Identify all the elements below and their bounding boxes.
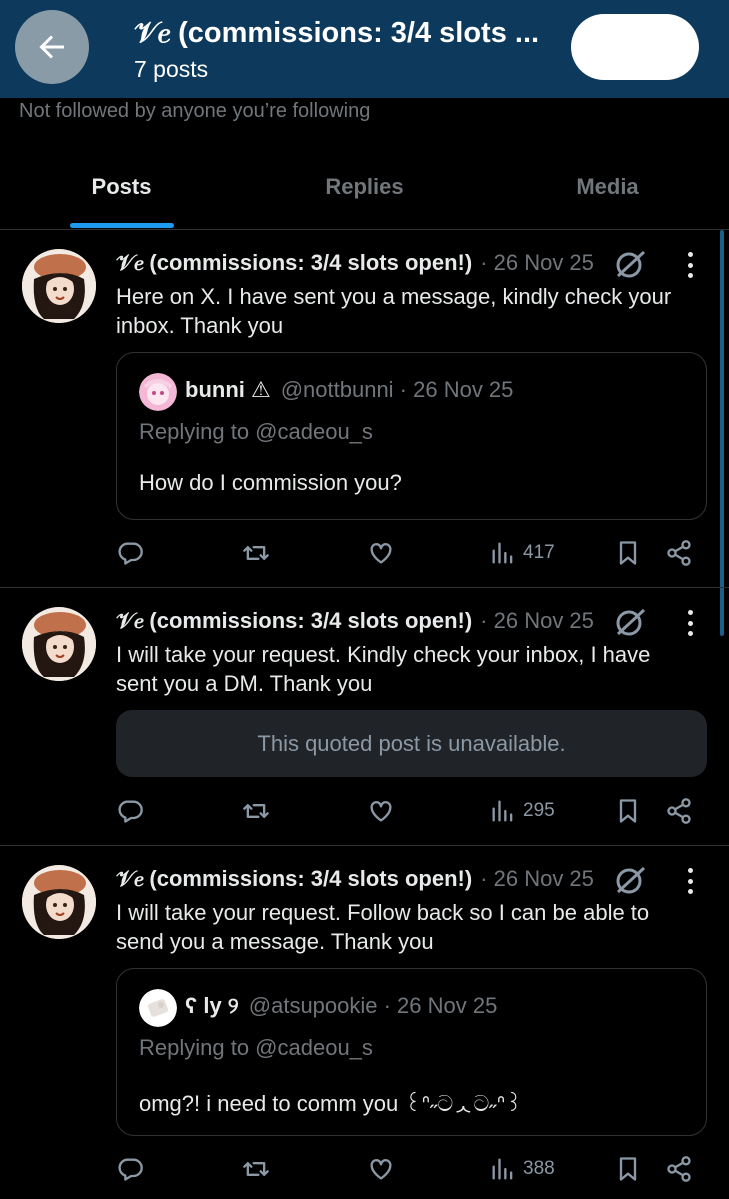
post-text: Here on X. I have sent you a message, ki… bbox=[116, 284, 672, 338]
tab-posts[interactable]: Posts bbox=[0, 150, 243, 229]
bookmark-icon bbox=[619, 541, 637, 565]
repost-button[interactable] bbox=[242, 535, 270, 571]
like-button[interactable] bbox=[367, 1151, 395, 1187]
grok-icon[interactable] bbox=[614, 864, 646, 896]
views-icon bbox=[492, 1158, 513, 1180]
bookmark-button[interactable] bbox=[614, 535, 642, 571]
post-actions: 388 bbox=[0, 1151, 729, 1187]
repost-icon bbox=[243, 804, 269, 818]
heart-icon bbox=[370, 543, 392, 564]
share-icon bbox=[667, 798, 691, 824]
follow-button[interactable]: Follow bbox=[571, 14, 699, 80]
active-tab-indicator bbox=[70, 223, 174, 228]
like-button[interactable] bbox=[367, 535, 395, 571]
reply-icon bbox=[118, 800, 143, 823]
heart-icon bbox=[370, 801, 392, 822]
post-text: I will take your request. Kindly check y… bbox=[116, 642, 651, 696]
bookmark-icon bbox=[619, 799, 637, 823]
post-count: 7 posts bbox=[134, 56, 209, 82]
quote-avatar[interactable] bbox=[139, 373, 177, 411]
avatar-illustration-icon bbox=[22, 865, 96, 939]
post[interactable]: 𝒱𝑒 (commissions: 3/4 slots open!) · 26 N… bbox=[0, 846, 729, 1199]
more-icon[interactable] bbox=[680, 608, 700, 638]
bookmark-button[interactable] bbox=[614, 793, 642, 829]
more-icon[interactable] bbox=[680, 250, 700, 280]
more-icon[interactable] bbox=[680, 866, 700, 896]
avatar[interactable] bbox=[22, 249, 96, 323]
views-count: 388 bbox=[523, 1158, 555, 1179]
tab-replies[interactable]: Replies bbox=[243, 150, 486, 229]
unavailable-quote: This quoted post is unavailable. bbox=[116, 710, 707, 777]
avatar-illustration-icon bbox=[22, 249, 96, 323]
bookmark-icon bbox=[619, 1157, 637, 1181]
quote-author[interactable]: bunni ⚠ bbox=[185, 377, 271, 403]
avatar-illustration-icon bbox=[22, 607, 96, 681]
share-button[interactable] bbox=[665, 535, 693, 571]
avatar[interactable] bbox=[22, 607, 96, 681]
not-followed-text: Not followed by anyone you’re following bbox=[19, 100, 371, 122]
repost-icon bbox=[243, 1162, 269, 1176]
reply-icon bbox=[118, 1158, 143, 1181]
replying-to[interactable]: Replying to @cadeou_s bbox=[139, 419, 373, 445]
views-button[interactable]: 417 bbox=[489, 535, 555, 571]
views-icon bbox=[492, 542, 513, 564]
repost-button[interactable] bbox=[242, 1151, 270, 1187]
post-date[interactable]: · 26 Nov 25 bbox=[480, 608, 594, 634]
post-actions: 417 bbox=[0, 535, 729, 571]
grok-icon[interactable] bbox=[614, 606, 646, 638]
post-author[interactable]: 𝒱𝑒 (commissions: 3/4 slots open!) bbox=[116, 608, 472, 634]
share-icon bbox=[667, 1156, 691, 1182]
views-icon bbox=[492, 800, 513, 822]
post-author[interactable]: 𝒱𝑒 (commissions: 3/4 slots open!) bbox=[116, 250, 472, 276]
views-button[interactable]: 388 bbox=[489, 1151, 555, 1187]
reply-icon bbox=[118, 542, 143, 565]
bookmark-button[interactable] bbox=[614, 1151, 642, 1187]
avatar[interactable] bbox=[22, 865, 96, 939]
post-author[interactable]: 𝒱𝑒 (commissions: 3/4 slots open!) bbox=[116, 866, 472, 892]
repost-icon bbox=[243, 546, 269, 560]
views-button[interactable]: 295 bbox=[489, 793, 555, 829]
quote-text: omg?! i need to comm you ꒰ᐢ˶ටᆺට˶ᐢ꒱ bbox=[139, 1091, 523, 1116]
share-button[interactable] bbox=[665, 1151, 693, 1187]
post-actions: 295 bbox=[0, 793, 729, 829]
quoted-post[interactable]: bunni ⚠ @nottbunni · 26 Nov 25 Replying … bbox=[116, 352, 707, 520]
quote-handle[interactable]: @nottbunni · 26 Nov 25 bbox=[281, 377, 514, 403]
post-text: I will take your request. Follow back so… bbox=[116, 900, 650, 954]
reply-button[interactable] bbox=[116, 1151, 144, 1187]
like-button[interactable] bbox=[367, 793, 395, 829]
reply-button[interactable] bbox=[116, 793, 144, 829]
post-header: 𝒱𝑒 (commissions: 3/4 slots open!) · 26 N… bbox=[116, 608, 594, 634]
quote-handle[interactable]: @atsupookie · 26 Nov 25 bbox=[249, 993, 498, 1019]
profile-name: 𝒱𝑒 (commissions: 3/4 slots ... bbox=[134, 17, 540, 49]
repost-button[interactable] bbox=[242, 793, 270, 829]
quote-text: How do I commission you? bbox=[139, 470, 402, 495]
views-count: 295 bbox=[523, 800, 555, 821]
profile-header: 𝒱𝑒 (commissions: 3/4 slots ... 7 posts F… bbox=[0, 0, 729, 98]
back-button[interactable] bbox=[15, 10, 89, 84]
post-header: 𝒱𝑒 (commissions: 3/4 slots open!) · 26 N… bbox=[116, 250, 594, 276]
quote-header: ʕ ly ୨ @atsupookie · 26 Nov 25 bbox=[185, 993, 497, 1019]
post[interactable]: 𝒱𝑒 (commissions: 3/4 slots open!) · 26 N… bbox=[0, 588, 729, 846]
share-icon bbox=[667, 540, 691, 566]
reply-button[interactable] bbox=[116, 535, 144, 571]
tab-media[interactable]: Media bbox=[486, 150, 729, 229]
share-button[interactable] bbox=[665, 793, 693, 829]
views-count: 417 bbox=[523, 542, 555, 563]
post-header: 𝒱𝑒 (commissions: 3/4 slots open!) · 26 N… bbox=[116, 866, 594, 892]
arrow-left-icon bbox=[39, 35, 64, 59]
post-date[interactable]: · 26 Nov 25 bbox=[480, 866, 594, 892]
quote-avatar[interactable] bbox=[139, 989, 177, 1027]
heart-icon bbox=[370, 1159, 392, 1180]
grok-icon[interactable] bbox=[614, 248, 646, 280]
quoted-post[interactable]: ʕ ly ୨ @atsupookie · 26 Nov 25 Replying … bbox=[116, 968, 707, 1136]
quote-header: bunni ⚠ @nottbunni · 26 Nov 25 bbox=[185, 377, 513, 403]
profile-tabs: Posts Replies Media bbox=[0, 150, 729, 230]
post[interactable]: 𝒱𝑒 (commissions: 3/4 slots open!) · 26 N… bbox=[0, 230, 729, 588]
post-date[interactable]: · 26 Nov 25 bbox=[480, 250, 594, 276]
replying-to[interactable]: Replying to @cadeou_s bbox=[139, 1035, 373, 1061]
quote-author[interactable]: ʕ ly ୨ bbox=[185, 993, 239, 1019]
